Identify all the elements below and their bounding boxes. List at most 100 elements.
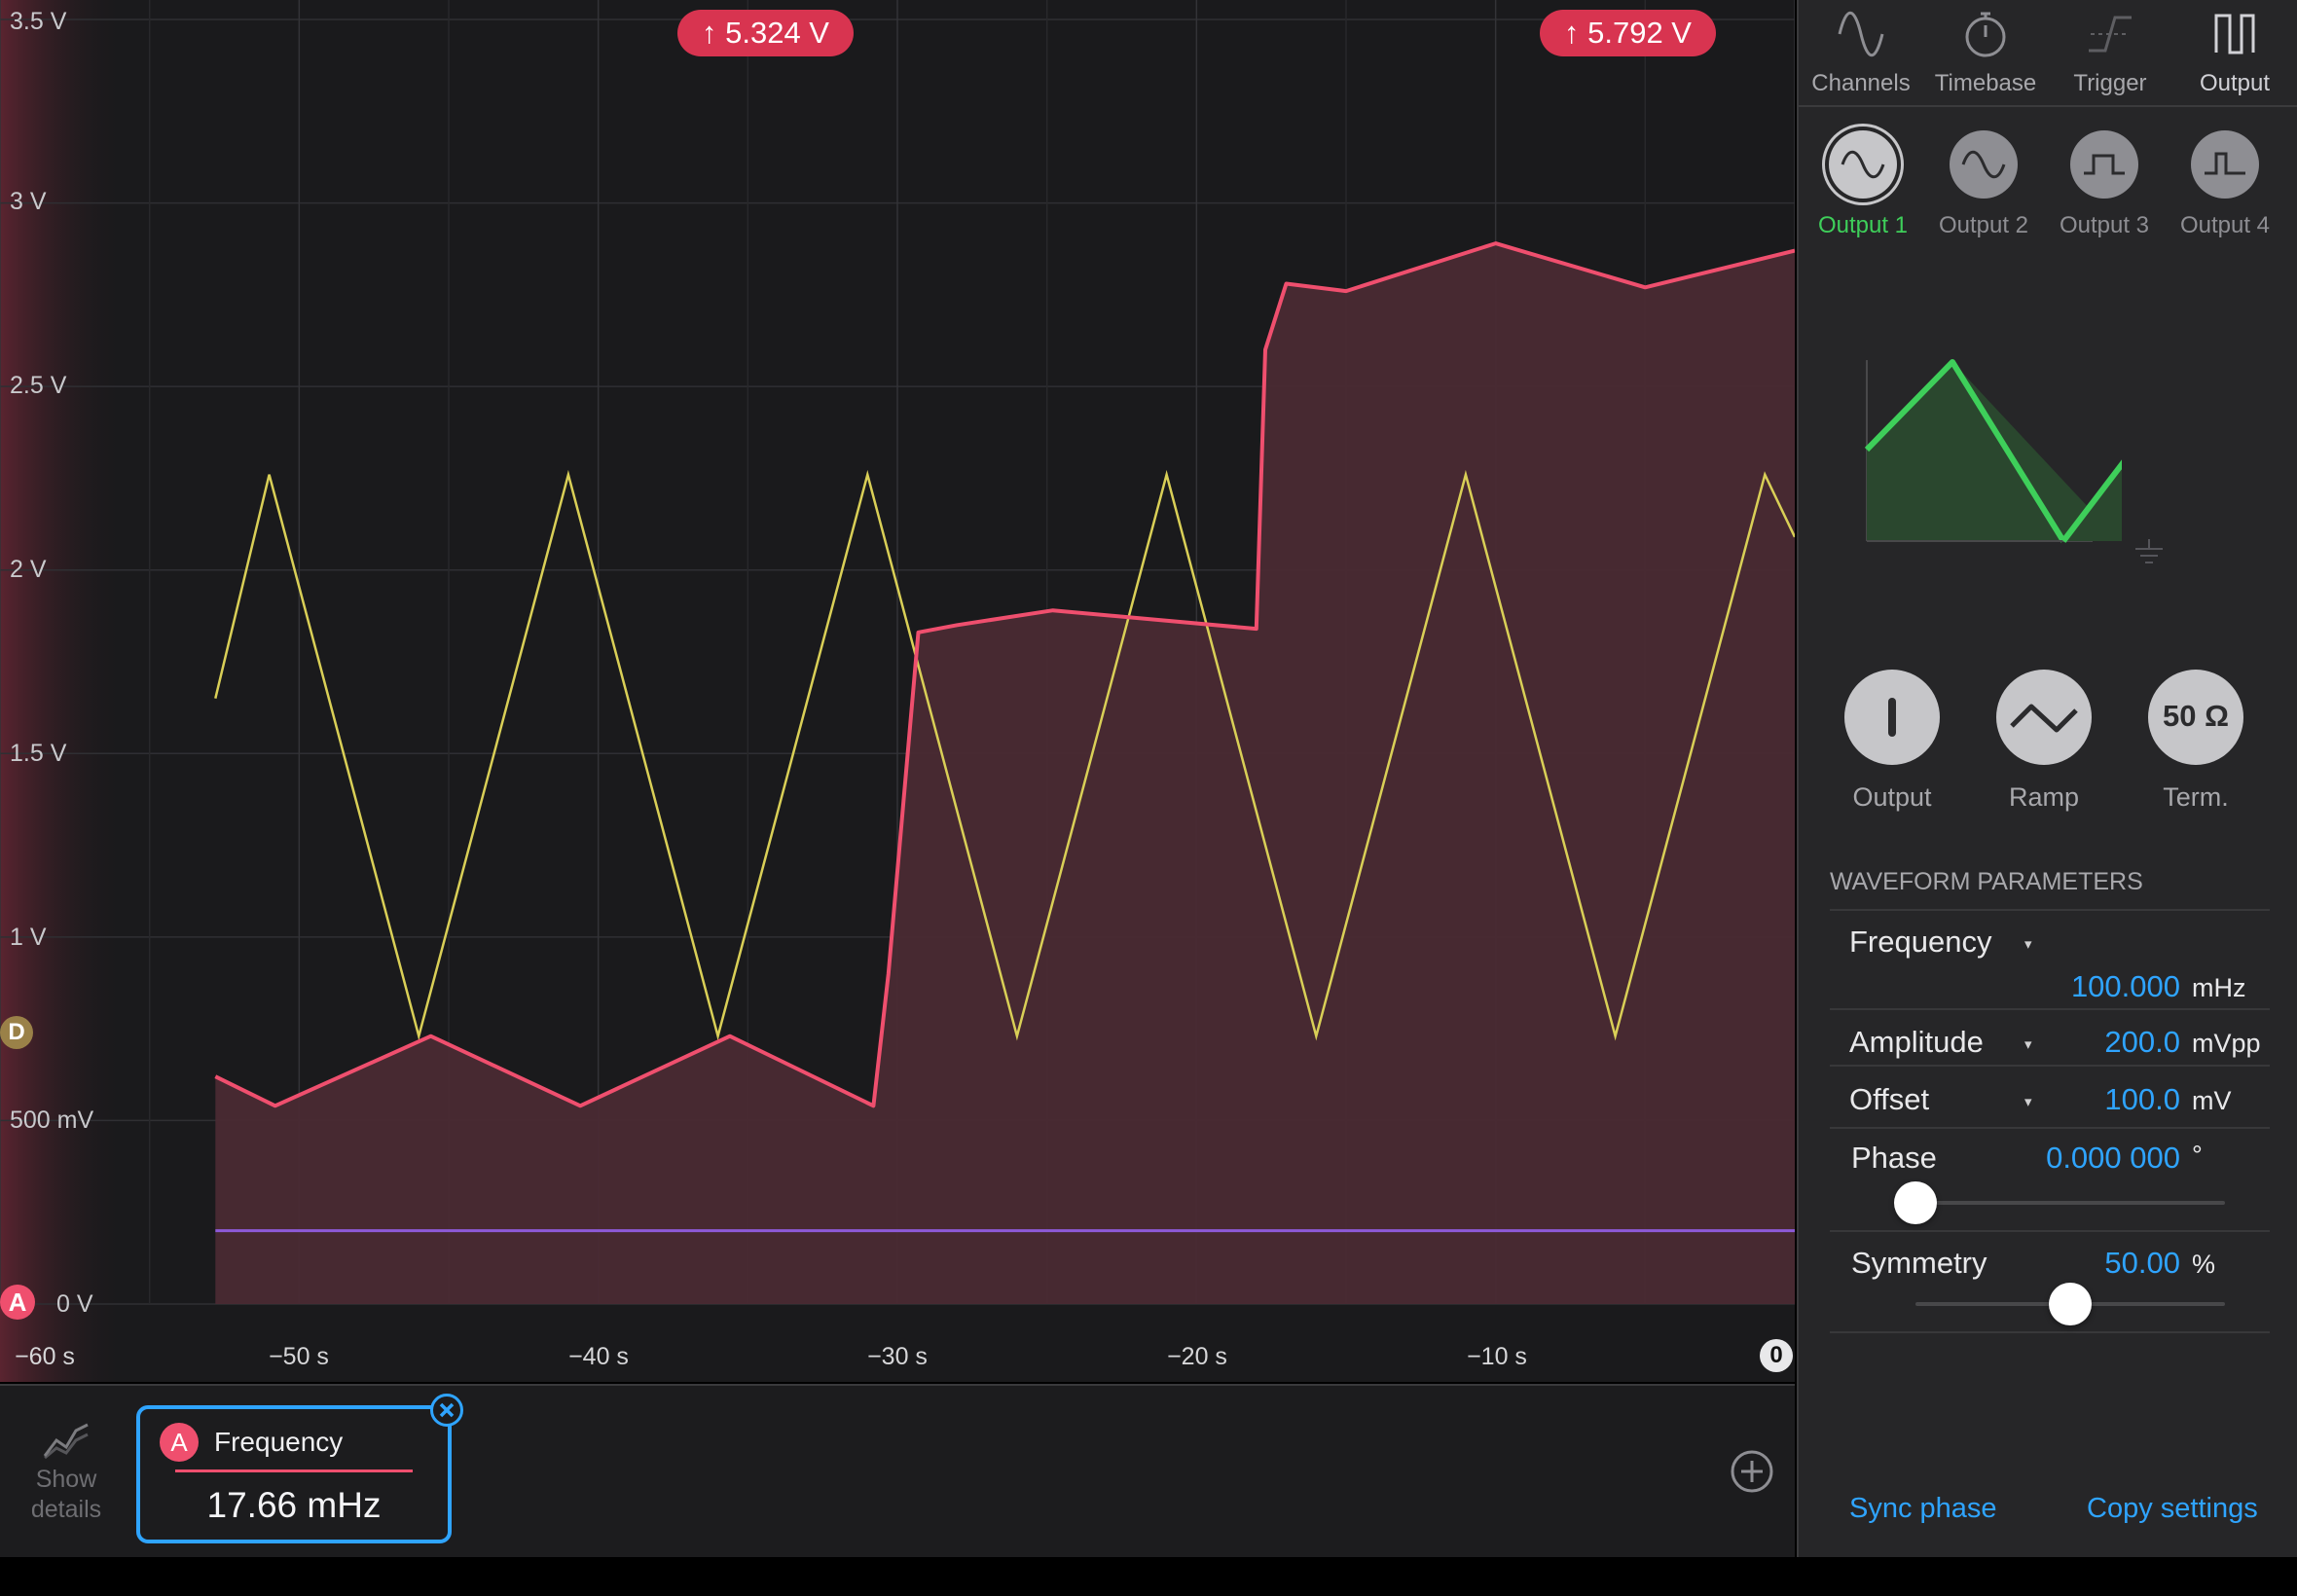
- output-4-circle: [2191, 130, 2259, 199]
- amplitude-row[interactable]: Amplitude ▾ 200.0 mVpp: [1830, 1010, 2270, 1067]
- pulse-wave-icon: [2205, 152, 2245, 175]
- waveform-preview-trace: [2060, 459, 2122, 543]
- measurement-channel-badge: A: [160, 1423, 199, 1462]
- waveform-parameters-heading: WAVEFORM PARAMETERS: [1830, 868, 2143, 895]
- phase-row: Phase 0.000 000 °: [1830, 1129, 2270, 1232]
- x-label-minus-60: −60 s: [15, 1343, 75, 1370]
- output-toggle-circle: [1844, 670, 1940, 765]
- offset-unit: mV: [2192, 1086, 2232, 1115]
- frequency-unit: mHz: [2192, 973, 2246, 1002]
- y-label-2-5v: 2.5 V: [10, 372, 67, 399]
- termination-button[interactable]: 50 Ω Term.: [2137, 670, 2254, 813]
- plus-circle-icon: [1731, 1450, 1773, 1493]
- nav-trigger[interactable]: Trigger: [2048, 0, 2172, 105]
- y-label-500mv: 500 mV: [10, 1106, 94, 1134]
- output-2-circle: [1950, 130, 2018, 199]
- settings-panel: Channels Timebase Trigger Output Output …: [1797, 0, 2297, 1557]
- ramp-wave-icon: [2010, 704, 2078, 733]
- offset-label: Offset: [1849, 1082, 1930, 1116]
- x-label-minus-50: −50 s: [269, 1343, 329, 1370]
- output-toggle-button[interactable]: Output: [1834, 670, 1951, 813]
- output-1-label: Output 1: [1817, 212, 1909, 238]
- zero-time-marker[interactable]: 0: [1760, 1339, 1793, 1372]
- symmetry-unit: %: [2192, 1250, 2216, 1279]
- output-3-circle: [2070, 130, 2138, 199]
- ramp-button[interactable]: Ramp: [1986, 670, 2102, 813]
- phase-value[interactable]: 0.000 000: [2046, 1141, 2180, 1176]
- symmetry-label: Symmetry: [1851, 1246, 1987, 1280]
- measurement-label: Frequency: [214, 1427, 344, 1457]
- output-2-label: Output 2: [1938, 212, 2029, 238]
- frequency-row[interactable]: Frequency ▾ 100.000 mHz: [1830, 911, 2270, 1010]
- phase-slider-thumb[interactable]: [1894, 1181, 1937, 1224]
- termination-circle: 50 Ω: [2148, 670, 2243, 765]
- channel-a-marker[interactable]: A: [0, 1285, 35, 1320]
- offset-value[interactable]: 100.0: [2104, 1082, 2180, 1117]
- offset-dropdown-caret[interactable]: ▾: [2024, 1093, 2032, 1110]
- y-label-3-5v: 3.5 V: [10, 8, 67, 35]
- frequency-label: Frequency: [1849, 925, 1992, 959]
- termination-value: 50 Ω: [2163, 699, 2229, 733]
- cursor-2-badge[interactable]: ↑ 5.792 V: [1540, 10, 1716, 56]
- output-2-tab[interactable]: Output 2: [1923, 130, 2044, 239]
- close-measurement-button[interactable]: [430, 1394, 463, 1427]
- frequency-value[interactable]: 100.000: [2071, 969, 2180, 1004]
- symmetry-row: Symmetry 50.00 %: [1830, 1232, 2270, 1333]
- y-label-1v: 1 V: [10, 924, 47, 951]
- sine-wave-icon: [1841, 150, 1885, 179]
- sine-wave-icon: [1961, 150, 2006, 179]
- x-label-minus-10: −10 s: [1467, 1343, 1527, 1370]
- symmetry-slider-thumb[interactable]: [2049, 1283, 2092, 1325]
- offset-row[interactable]: Offset ▾ 100.0 mV: [1830, 1067, 2270, 1129]
- symmetry-value[interactable]: 50.00: [2104, 1246, 2180, 1281]
- scope-display[interactable]: 3.5 V 3 V 2.5 V 2 V 1.5 V 1 V 500 mV 0 V…: [0, 0, 1795, 1382]
- nav-output[interactable]: Output: [2172, 0, 2297, 105]
- nav-trigger-label: Trigger: [2073, 70, 2147, 96]
- frequency-measurement-card[interactable]: A Frequency 17.66 mHz: [136, 1394, 463, 1543]
- nav-timebase-label: Timebase: [1934, 70, 2037, 96]
- power-on-icon: [1888, 698, 1896, 737]
- nav-channels-label: Channels: [1811, 70, 1911, 96]
- ramp-label: Ramp: [2008, 782, 2080, 812]
- phase-unit: °: [2192, 1141, 2203, 1170]
- output-4-label: Output 4: [2179, 212, 2271, 238]
- y-label-0v: 0 V: [56, 1290, 93, 1318]
- x-label-minus-40: −40 s: [568, 1343, 629, 1370]
- nav-channels[interactable]: Channels: [1799, 0, 1923, 105]
- show-details-label-1: Show: [35, 1466, 97, 1493]
- amplitude-unit: mVpp: [2192, 1029, 2261, 1058]
- amplitude-dropdown-caret[interactable]: ▾: [2024, 1035, 2032, 1053]
- copy-settings-button[interactable]: Copy settings: [2087, 1493, 2258, 1525]
- measurement-underline: [175, 1469, 413, 1472]
- channel-d-marker[interactable]: D: [0, 1016, 33, 1049]
- add-measurement-button[interactable]: [1731, 1450, 1773, 1493]
- sync-phase-button[interactable]: Sync phase: [1849, 1493, 1997, 1525]
- ramp-circle: [1996, 670, 2092, 765]
- output-1-tab[interactable]: Output 1: [1803, 130, 1923, 239]
- amplitude-label: Amplitude: [1849, 1025, 1984, 1059]
- output-3-tab[interactable]: Output 3: [2044, 130, 2165, 239]
- nav-output-label: Output: [2199, 70, 2271, 96]
- screen-bottom-edge: [0, 1557, 2297, 1596]
- output-3-label: Output 3: [2059, 212, 2150, 238]
- frequency-dropdown-caret[interactable]: ▾: [2024, 935, 2032, 953]
- y-label-2v: 2 V: [10, 556, 47, 583]
- channel-a-fill: [215, 243, 1795, 1305]
- scope-chart: [0, 0, 1795, 1382]
- measurement-value: 17.66 mHz: [206, 1485, 382, 1525]
- show-details-button[interactable]: Show details: [21, 1421, 111, 1525]
- output-4-tab[interactable]: Output 4: [2165, 130, 2285, 239]
- nav-timebase[interactable]: Timebase: [1923, 0, 2048, 105]
- trigger-edge-icon: [2089, 16, 2132, 53]
- cursor-1-badge[interactable]: ↑ 5.324 V: [677, 10, 854, 56]
- phase-label: Phase: [1851, 1141, 1937, 1175]
- x-label-minus-30: −30 s: [867, 1343, 928, 1370]
- stopwatch-icon: [1965, 12, 2006, 57]
- show-details-label-2: details: [30, 1496, 102, 1523]
- phase-slider-track[interactable]: [1915, 1201, 2225, 1205]
- output-toggle-label: Output: [1852, 782, 1932, 812]
- measurement-bar: Show details A Frequency 17.66 mHz: [0, 1384, 1795, 1559]
- x-label-minus-20: −20 s: [1167, 1343, 1227, 1370]
- amplitude-value[interactable]: 200.0: [2104, 1025, 2180, 1060]
- square-wave-icon: [2084, 154, 2125, 175]
